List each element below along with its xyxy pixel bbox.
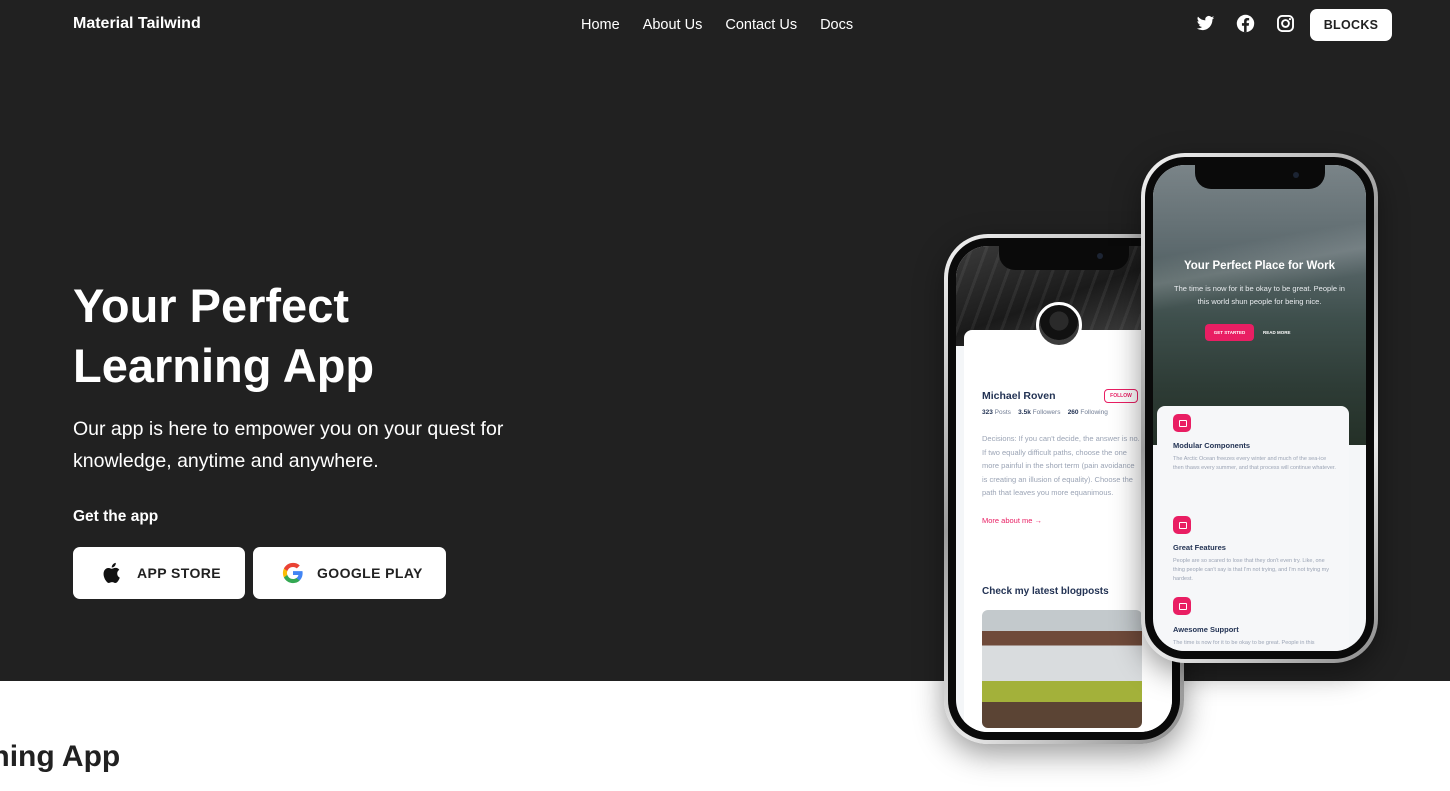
feature-title: Awesome Support	[1173, 625, 1239, 634]
google-play-button[interactable]: GOOGLE PLAY	[253, 547, 446, 599]
section-title: Learning App	[0, 740, 121, 773]
read-more-link: READ MORE	[1263, 330, 1291, 335]
nav-link-home[interactable]: Home	[581, 17, 620, 33]
posts-count: 323	[982, 409, 993, 416]
landing-phone-mockup: Your Perfect Place for Work The time is …	[1141, 153, 1378, 663]
hero-title-line-1: Your Perfect	[73, 279, 349, 332]
phone-screen: Michael Roven FOLLOW 323 Posts 3.5k Foll…	[956, 246, 1172, 732]
facebook-icon[interactable]	[1236, 14, 1255, 33]
support-icon	[1173, 597, 1191, 615]
app-store-button[interactable]: APP STORE	[73, 547, 245, 599]
hero-description: Our app is here to empower you on your q…	[73, 418, 504, 472]
hero-title-line-2: Learning App	[73, 339, 375, 392]
nav-link-about-us[interactable]: About Us	[643, 17, 703, 33]
follow-button: FOLLOW	[1104, 389, 1138, 403]
nav-link-contact-us[interactable]: Contact Us	[725, 17, 797, 33]
twitter-icon[interactable]	[1196, 14, 1215, 33]
apple-icon	[103, 562, 120, 583]
components-icon	[1173, 414, 1191, 432]
next-section: Learning App	[0, 681, 1450, 791]
feature-text: People are so scared to lose that they d…	[1173, 558, 1330, 582]
feature-title: Great Features	[1173, 543, 1226, 552]
followers-label: Followers	[1032, 409, 1061, 416]
google-icon	[282, 562, 303, 584]
blocks-button[interactable]: BLOCKS	[1310, 9, 1392, 41]
hero-title: Your Perfect Learning App	[73, 276, 553, 396]
posts-label: Posts	[994, 409, 1011, 416]
followers-count: 3.5k	[1018, 409, 1031, 416]
google-play-label: GOOGLE PLAY	[317, 565, 423, 581]
nav-link-docs[interactable]: Docs	[820, 17, 853, 33]
phone-hero-description: The time is now for it be okay to be gre…	[1174, 284, 1345, 306]
more-about-link: More about me →	[982, 516, 1043, 525]
feature-title: Modular Components	[1173, 441, 1251, 450]
blog-title: Check my latest blogposts	[982, 586, 1109, 597]
feature-text: The time is now for it to be okay to be …	[1173, 640, 1315, 646]
avatar	[1036, 302, 1082, 348]
profile-stats: 323 Posts 3.5k Followers 260 Following	[982, 409, 1108, 416]
get-started-button: GET STARTED	[1205, 324, 1254, 341]
get-app-label: Get the app	[73, 508, 159, 525]
phone-hero-title: Your Perfect Place for Work	[1183, 260, 1336, 272]
phone-notch	[1194, 165, 1325, 189]
features-card: Modular Components The Arctic Ocean free…	[1157, 406, 1349, 651]
main-nav: Home About Us Contact Us Docs	[581, 17, 853, 33]
phone-screen: Your Perfect Place for Work The time is …	[1153, 165, 1366, 651]
instagram-icon[interactable]	[1276, 14, 1295, 33]
phone-notch	[999, 246, 1129, 270]
brand-logo[interactable]: Material Tailwind	[73, 15, 201, 33]
following-label: Following	[1080, 409, 1108, 416]
social-links	[1196, 14, 1295, 33]
features-icon	[1173, 516, 1191, 534]
blog-image	[982, 610, 1142, 728]
profile-bio: Decisions: If you can't decide, the answ…	[982, 434, 1140, 497]
profile-name: Michael Roven	[982, 390, 1056, 402]
feature-text: The Arctic Ocean freezes every winter an…	[1173, 456, 1336, 471]
app-store-label: APP STORE	[137, 565, 221, 581]
following-count: 260	[1067, 409, 1079, 416]
